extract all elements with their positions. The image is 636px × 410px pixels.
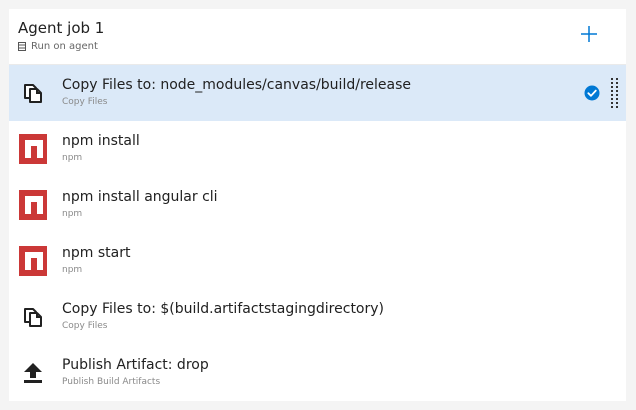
task-subtitle: npm [62,153,83,163]
task-subtitle: npm [62,265,83,275]
task-row-npm-start[interactable]: npm start npm [9,233,626,289]
task-title: npm install angular cli [62,189,218,205]
drag-handle-icon[interactable] [610,77,620,109]
task-row-publish-artifact[interactable]: Publish Artifact: drop Publish Build Art… [9,345,626,401]
task-title: Copy Files to: node_modules/canvas/build… [62,77,411,93]
task-subtitle: Copy Files [62,97,108,107]
job-subtitle-row: Run on agent [18,41,98,52]
npm-icon [19,246,47,276]
task-row-npm-install-angular-cli[interactable]: npm install angular cli npm [9,177,626,233]
job-subtitle: Run on agent [31,41,98,52]
task-subtitle: Publish Build Artifacts [62,377,161,387]
task-title: npm start [62,245,131,261]
copy-files-icon [19,303,47,331]
task-row-copy-files-staging[interactable]: Copy Files to: $(build.artifactstagingdi… [9,289,626,345]
task-row-npm-install[interactable]: npm install npm [9,121,626,177]
task-subtitle: Copy Files [62,321,108,331]
task-title: Publish Artifact: drop [62,357,209,373]
task-row-copy-files-release[interactable]: Copy Files to: node_modules/canvas/build… [9,65,626,121]
job-title: Agent job 1 [18,19,105,37]
task-title: npm install [62,133,140,149]
task-subtitle: npm [62,209,83,219]
pipeline-panel: Agent job 1 Run on agent Copy Files to: … [9,9,626,401]
add-task-button[interactable] [580,25,598,43]
enabled-check-icon [584,85,600,101]
agent-job-header[interactable]: Agent job 1 Run on agent [9,9,626,65]
npm-icon [19,134,47,164]
npm-icon [19,190,47,220]
server-icon [18,42,26,51]
task-title: Copy Files to: $(build.artifactstagingdi… [62,301,384,317]
copy-files-icon [19,79,47,107]
publish-artifact-icon [19,359,47,387]
